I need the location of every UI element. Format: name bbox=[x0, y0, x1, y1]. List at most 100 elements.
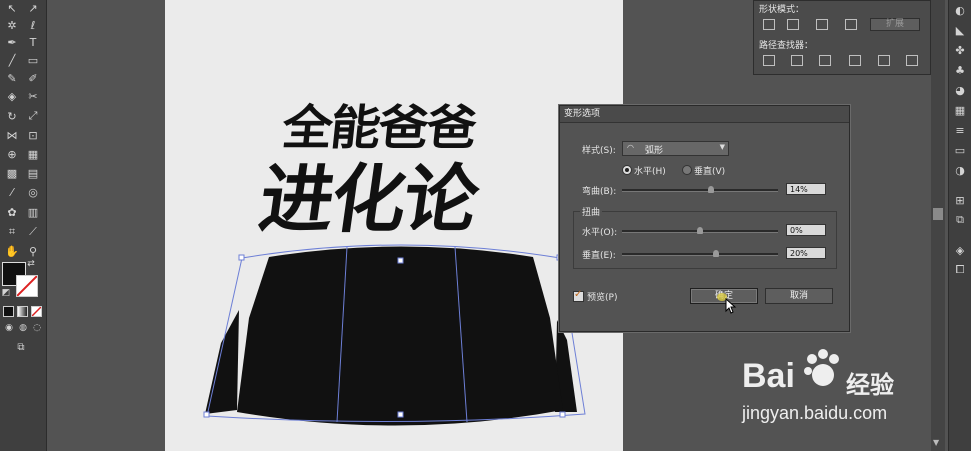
pathfinder-label: 路径查找器： bbox=[759, 41, 814, 51]
preview-checkbox[interactable]: ✓ bbox=[573, 289, 584, 302]
blob-brush-tool-icon[interactable]: ◈ bbox=[3, 88, 21, 104]
artboard-tool-icon[interactable]: ⌗ bbox=[3, 224, 21, 240]
column-graph-tool-icon[interactable]: ▥ bbox=[24, 204, 42, 220]
draw-behind-icon[interactable]: ◍ bbox=[16, 322, 30, 334]
distortion-horizontal-label: 水平(O): bbox=[582, 228, 618, 238]
anchor-point[interactable] bbox=[559, 411, 566, 418]
width-tool-icon[interactable]: ⋈ bbox=[3, 127, 21, 143]
unite-icon[interactable] bbox=[763, 19, 775, 30]
distortion-vertical-slider[interactable] bbox=[622, 253, 778, 256]
vertical-label: 垂直(V) bbox=[694, 167, 726, 177]
stroke-swatch[interactable] bbox=[16, 275, 38, 297]
trim-icon[interactable] bbox=[791, 55, 803, 66]
swap-fill-stroke-icon[interactable]: ⇄ bbox=[24, 258, 38, 270]
line-tool-icon[interactable]: ╱ bbox=[3, 52, 21, 68]
brushes-icon[interactable]: ✤ bbox=[951, 42, 969, 58]
minus-front-icon[interactable] bbox=[787, 19, 799, 30]
anchor-point[interactable] bbox=[397, 411, 404, 418]
panel-dock: ◐ ◣ ✤ ♣ ◕ ▦ ≡ ▭ ◑ ⊞ ⧉ ◈ ⧠ bbox=[948, 0, 971, 451]
minus-back-icon[interactable] bbox=[906, 55, 918, 66]
watermark-brand-cn: 经验 bbox=[846, 371, 894, 399]
dialog-title: 变形选项 bbox=[560, 106, 849, 123]
banner-body[interactable] bbox=[237, 246, 563, 426]
rotate-tool-icon[interactable]: ↻ bbox=[3, 108, 21, 124]
none-stroke-icon bbox=[16, 275, 38, 297]
crop-icon[interactable] bbox=[849, 55, 861, 66]
shape-modes-label: 形状模式： bbox=[759, 5, 805, 15]
layers-icon[interactable]: ◈ bbox=[951, 242, 969, 258]
rectangle-tool-icon[interactable]: ▭ bbox=[24, 52, 42, 68]
distortion-vertical-thumb[interactable] bbox=[712, 250, 719, 257]
direct-selection-tool-icon[interactable]: ↗ bbox=[24, 0, 42, 16]
scroll-down-arrow-icon[interactable]: ▼ bbox=[933, 438, 939, 447]
anchor-point[interactable] bbox=[238, 254, 245, 261]
magic-wand-tool-icon[interactable]: ✲ bbox=[3, 17, 21, 33]
anchor-point[interactable] bbox=[397, 257, 404, 264]
appearance-icon[interactable]: ◐ bbox=[951, 2, 969, 18]
gradient-panel-icon[interactable]: ▭ bbox=[951, 142, 969, 158]
intersect-icon[interactable] bbox=[816, 19, 828, 30]
warped-banner-shape[interactable] bbox=[165, 0, 623, 451]
zoom-tool-icon[interactable]: ⚲ bbox=[24, 243, 42, 259]
mesh-tool-icon[interactable]: ▩ bbox=[3, 165, 21, 181]
scroll-thumb[interactable] bbox=[933, 208, 943, 220]
artboards-icon[interactable]: ⧠ bbox=[951, 262, 969, 278]
color-mode-button[interactable] bbox=[3, 306, 14, 317]
anchor-point[interactable] bbox=[203, 411, 210, 418]
free-transform-tool-icon[interactable]: ⊡ bbox=[24, 127, 42, 143]
exclude-icon[interactable] bbox=[845, 19, 857, 30]
outline-icon[interactable] bbox=[878, 55, 890, 66]
color-icon[interactable]: ◕ bbox=[951, 82, 969, 98]
pencil-tool-icon[interactable]: ✐ bbox=[24, 70, 42, 86]
stroke-panel-icon[interactable]: ≡ bbox=[951, 122, 969, 138]
gradient-tool-icon[interactable]: ▤ bbox=[24, 165, 42, 181]
draw-inside-icon[interactable]: ◌ bbox=[30, 322, 44, 334]
screen-mode-icon[interactable]: ⧉ bbox=[12, 340, 30, 354]
expand-button[interactable]: 扩展 bbox=[870, 18, 920, 31]
bend-slider-thumb[interactable] bbox=[707, 186, 714, 193]
symbol-sprayer-tool-icon[interactable]: ✿ bbox=[3, 204, 21, 220]
default-colors-icon[interactable]: ◩ bbox=[0, 287, 12, 299]
vertical-radio[interactable] bbox=[682, 165, 692, 175]
gradient-mode-button[interactable] bbox=[17, 306, 28, 317]
scale-tool-icon[interactable]: ⤢ bbox=[24, 108, 42, 124]
perspective-grid-tool-icon[interactable]: ▦ bbox=[24, 146, 42, 162]
cancel-button[interactable]: 取消 bbox=[765, 288, 833, 304]
divide-icon[interactable] bbox=[763, 55, 775, 66]
bend-label: 弯曲(B): bbox=[582, 187, 617, 197]
type-tool-icon[interactable]: T bbox=[24, 34, 42, 50]
pathfinder-panel-icon[interactable]: ⧉ bbox=[951, 212, 969, 228]
bend-value[interactable]: 14% bbox=[786, 183, 826, 195]
distortion-horizontal-thumb[interactable] bbox=[697, 227, 703, 234]
none-mode-button[interactable] bbox=[31, 306, 42, 317]
shape-builder-tool-icon[interactable]: ⊕ bbox=[3, 146, 21, 162]
chevron-down-icon: ▼ bbox=[719, 143, 725, 151]
style-value: 弧形 bbox=[645, 146, 664, 156]
artboard[interactable]: 全能爸爸 进化论 bbox=[165, 0, 623, 451]
slice-tool-icon[interactable]: ⟋ bbox=[24, 224, 42, 240]
align-icon[interactable]: ⊞ bbox=[951, 192, 969, 208]
transparency-icon[interactable]: ◑ bbox=[951, 162, 969, 178]
swatches-icon[interactable]: ▦ bbox=[951, 102, 969, 118]
blend-tool-icon[interactable]: ◎ bbox=[24, 184, 42, 200]
selection-tool-icon[interactable]: ↖ bbox=[3, 0, 21, 16]
baidu-watermark: Bai 经验 jingyan.baidu.com bbox=[742, 345, 942, 435]
pen-tool-icon[interactable]: ✒ bbox=[3, 34, 21, 50]
checkmark-icon: ✓ bbox=[574, 289, 583, 300]
graphic-styles-icon[interactable]: ◣ bbox=[951, 22, 969, 38]
style-dropdown[interactable]: ◠ 弧形 ▼ bbox=[622, 141, 729, 156]
draw-normal-icon[interactable]: ◉ bbox=[2, 322, 16, 334]
eyedropper-tool-icon[interactable]: ⁄ bbox=[3, 184, 21, 200]
distortion-vertical-value[interactable]: 20% bbox=[786, 247, 826, 259]
distortion-horizontal-value[interactable]: 0% bbox=[786, 224, 826, 236]
paintbrush-tool-icon[interactable]: ✎ bbox=[3, 70, 21, 86]
merge-icon[interactable] bbox=[819, 55, 831, 66]
scissors-tool-icon[interactable]: ✂ bbox=[24, 88, 42, 104]
radio-dot bbox=[625, 168, 629, 172]
horizontal-radio[interactable] bbox=[622, 165, 632, 175]
lasso-tool-icon[interactable]: ℓ bbox=[24, 17, 42, 33]
hand-tool-icon[interactable]: ✋ bbox=[3, 243, 21, 259]
symbols-icon[interactable]: ♣ bbox=[951, 62, 969, 78]
bend-slider[interactable] bbox=[622, 189, 778, 192]
arc-style-icon: ◠ bbox=[627, 143, 634, 152]
